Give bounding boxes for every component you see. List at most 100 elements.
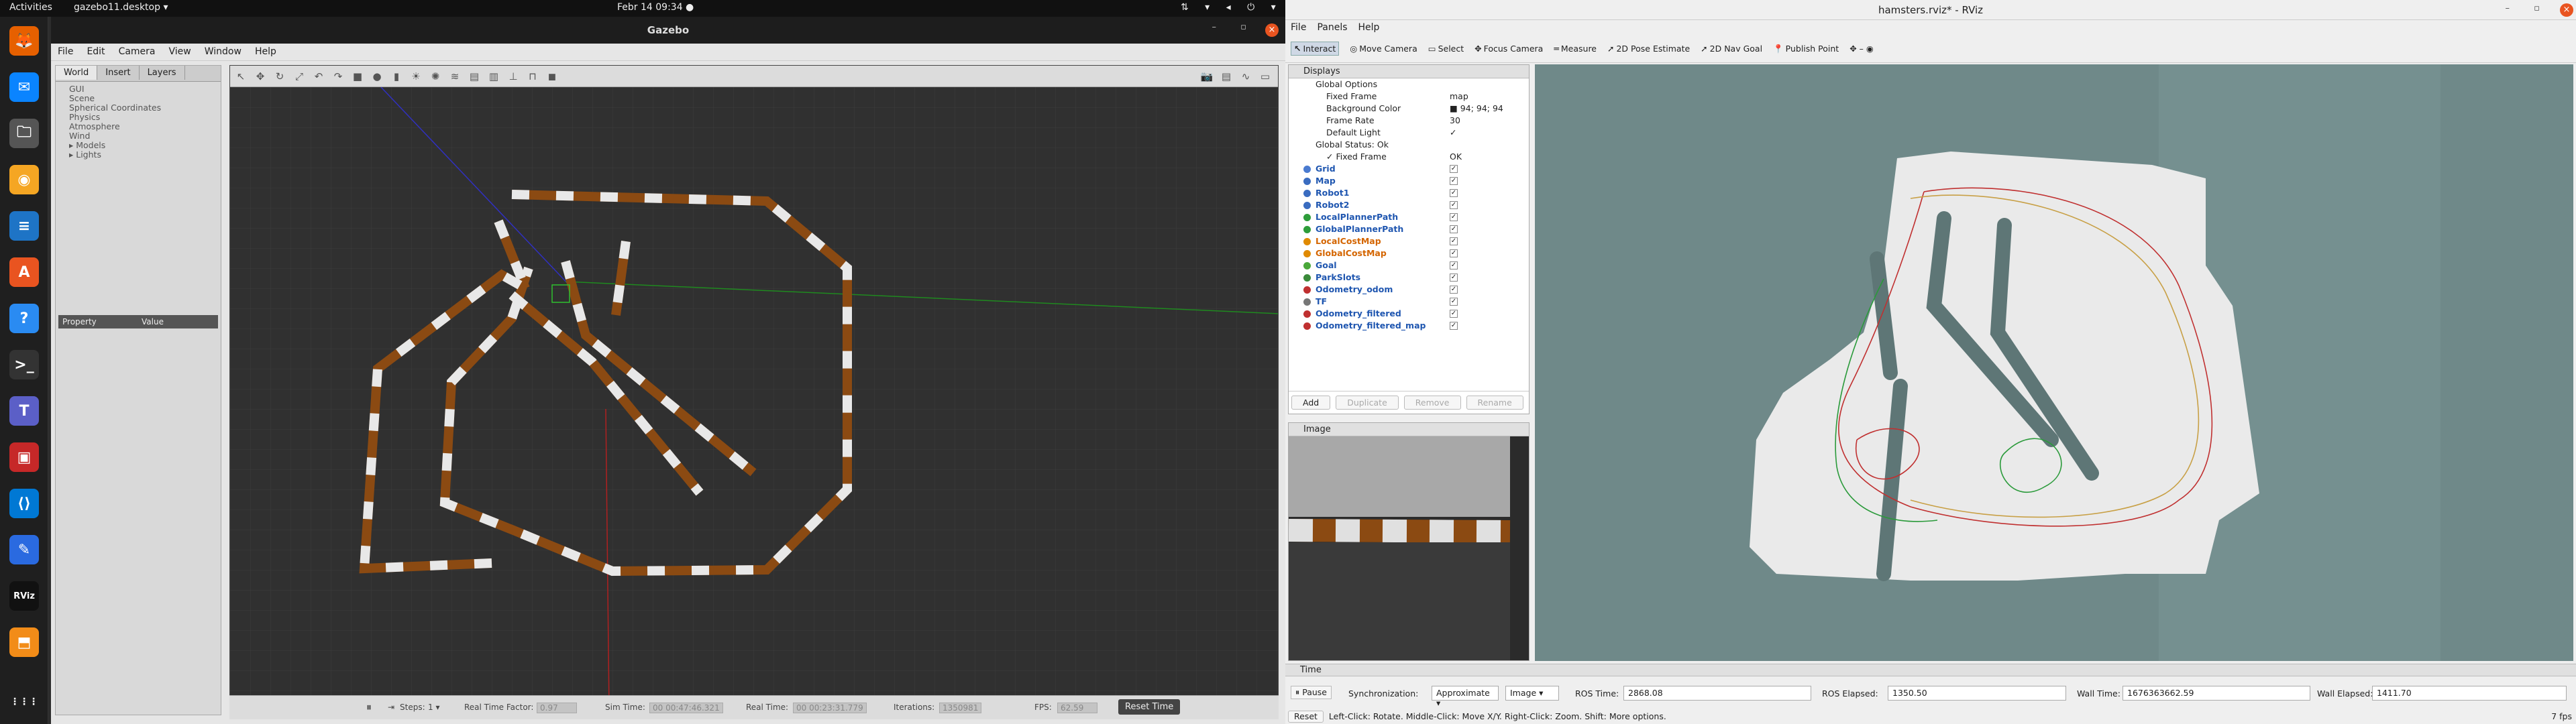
sync-select[interactable]: Approximate ▾ xyxy=(1432,686,1499,708)
menu-help[interactable]: Help xyxy=(1353,20,1385,35)
tree-item[interactable]: ▸ Lights xyxy=(69,150,207,160)
tool-focus-camera[interactable]: ✥ Focus Camera xyxy=(1474,44,1543,54)
tool-select[interactable]: ▭ Select xyxy=(1428,44,1464,54)
dock-help-icon[interactable]: ? xyxy=(9,304,39,333)
toolbar-icon[interactable]: ☀ xyxy=(409,70,423,83)
dock-terminal-icon[interactable]: >_ xyxy=(9,350,39,379)
display-checkbox[interactable]: ✓ xyxy=(1450,274,1458,282)
toolbar-icon[interactable]: ⊓ xyxy=(526,70,539,83)
display-grid[interactable]: Grid ✓ xyxy=(1289,163,1529,175)
toolbar-icon[interactable]: ✺ xyxy=(429,70,442,83)
display-checkbox[interactable]: ✓ xyxy=(1450,201,1458,209)
toolbar-icon[interactable]: ⤢ xyxy=(292,70,306,83)
display-checkbox[interactable]: ✓ xyxy=(1450,298,1458,306)
display-localcostmap[interactable]: LocalCostMap ✓ xyxy=(1289,235,1529,247)
wall-elapsed-field[interactable]: 1411.70 xyxy=(2372,686,2567,701)
display-odometry_odom[interactable]: Odometry_odom ✓ xyxy=(1289,284,1529,296)
ros-time-field[interactable]: 2868.08 xyxy=(1623,686,1811,701)
menu-camera[interactable]: Camera xyxy=(112,44,162,60)
close-button[interactable]: × xyxy=(1265,23,1279,37)
dock-editor-icon[interactable]: ✎ xyxy=(9,535,39,564)
toolbar-icon[interactable]: ⊥ xyxy=(506,70,520,83)
menu-window[interactable]: Window xyxy=(198,44,248,60)
global-option-row[interactable]: Background Color ■ 94; 94; 94 xyxy=(1289,103,1529,115)
tab-layers[interactable]: Layers xyxy=(140,66,185,80)
reset-time-button[interactable]: Reset Time xyxy=(1118,699,1181,715)
global-option-row[interactable]: Global Options xyxy=(1289,78,1529,90)
rviz-close-button[interactable]: × xyxy=(2560,3,2573,17)
rviz-window-buttons[interactable]: – ▫ xyxy=(2506,3,2551,13)
pause-button[interactable]: ⏸ xyxy=(366,701,372,714)
toolbar-icon[interactable]: ▤ xyxy=(1220,70,1233,83)
tab-world[interactable]: World xyxy=(56,66,98,80)
display-robot2[interactable]: Robot2 ✓ xyxy=(1289,199,1529,211)
toolbar-icon[interactable]: ↶ xyxy=(312,70,325,83)
toolbar-icon[interactable]: ✥ xyxy=(254,70,267,83)
display-checkbox[interactable]: ✓ xyxy=(1450,249,1458,257)
toolbar-icon[interactable]: ● xyxy=(370,70,384,83)
menu-file[interactable]: File xyxy=(1285,20,1311,35)
tool-2d-nav-goal[interactable]: ➚ 2D Nav Goal xyxy=(1701,44,1762,54)
app-menu[interactable]: gazebo11.desktop ▾ xyxy=(74,2,168,13)
tree-item[interactable]: Physics xyxy=(69,113,207,122)
global-option-row[interactable]: Global Status: Ok xyxy=(1289,139,1529,151)
steps-value[interactable]: 1 ▾ xyxy=(428,703,439,712)
toolbar-icon[interactable]: ▥ xyxy=(487,70,500,83)
tree-item[interactable]: ▸ Models xyxy=(69,141,207,150)
sync-source-select[interactable]: Image ▾ xyxy=(1505,686,1559,701)
menu-view[interactable]: View xyxy=(162,44,198,60)
display-tf[interactable]: TF ✓ xyxy=(1289,296,1529,308)
duplicate-button[interactable]: Duplicate xyxy=(1336,396,1399,410)
tool-measure[interactable]: ═ Measure xyxy=(1554,44,1597,54)
dock-firefox-icon[interactable]: 🦊 xyxy=(9,26,39,56)
menu-help[interactable]: Help xyxy=(248,44,283,60)
toolbar-icon[interactable]: ↻ xyxy=(273,70,286,83)
system-tray[interactable]: ⇅ ▾ ◂ ⏻ ▾ xyxy=(1181,2,1283,13)
dock-rhythmbox-icon[interactable]: ◉ xyxy=(9,165,39,194)
dock-rviz-icon[interactable]: RViz xyxy=(9,581,39,611)
dock-writer-icon[interactable]: ≡ xyxy=(9,211,39,241)
clock[interactable]: Febr 14 09:34 ● xyxy=(617,2,694,13)
display-checkbox[interactable]: ✓ xyxy=(1450,165,1458,173)
gazebo-3d-viewport[interactable]: ↖ ✥ ↻ ⤢ ↶ ↷ ■ ● ▮ ☀ ✺ ≋ ▤ ▥ ⊥ ⊓ ◼ 📷 ▤ ∿ ▭ xyxy=(229,65,1279,709)
display-checkbox[interactable]: ✓ xyxy=(1450,261,1458,269)
window-buttons[interactable]: – ▫ xyxy=(1212,22,1257,32)
display-checkbox[interactable]: ✓ xyxy=(1450,225,1458,233)
wall-time-field[interactable]: 1676363662.59 xyxy=(2123,686,2310,701)
toolbar-icon[interactable]: ↷ xyxy=(331,70,345,83)
toolbar-icon[interactable]: ▭ xyxy=(1258,70,1272,83)
pause-button[interactable]: ⏸ Pause xyxy=(1291,686,1332,699)
view-tools[interactable]: ✥ – ◉ xyxy=(1849,44,1874,54)
rviz-3d-view[interactable] xyxy=(1535,64,2573,661)
rviz-map[interactable] xyxy=(1535,64,2573,661)
global-option-row[interactable]: ✓ Fixed Frame OK xyxy=(1289,151,1529,163)
dock-vscode-icon[interactable]: ⟨⟩ xyxy=(9,489,39,518)
toolbar-icon[interactable]: 📷 xyxy=(1200,70,1214,83)
menu-edit[interactable]: Edit xyxy=(80,44,111,60)
rename-button[interactable]: Rename xyxy=(1466,396,1523,410)
toolbar-icon[interactable]: ∿ xyxy=(1239,70,1252,83)
add-button[interactable]: Add xyxy=(1291,396,1331,410)
dock-teams-icon[interactable]: T xyxy=(9,396,39,426)
toolbar-icon[interactable]: ◼ xyxy=(545,70,559,83)
dock-software-icon[interactable]: A xyxy=(9,257,39,287)
display-localplannerpath[interactable]: LocalPlannerPath ✓ xyxy=(1289,211,1529,223)
display-parkslots[interactable]: ParkSlots ✓ xyxy=(1289,272,1529,284)
tree-item[interactable]: Atmosphere xyxy=(69,122,207,131)
global-option-row[interactable]: Default Light ✓ xyxy=(1289,127,1529,139)
display-map[interactable]: Map ✓ xyxy=(1289,175,1529,187)
display-odometry_filtered_map[interactable]: Odometry_filtered_map ✓ xyxy=(1289,320,1529,332)
reset-button[interactable]: Reset xyxy=(1288,711,1324,723)
step-button[interactable]: ⇥ xyxy=(388,703,394,712)
tool-publish-point[interactable]: 📍 Publish Point xyxy=(1773,44,1839,54)
display-checkbox[interactable]: ✓ xyxy=(1450,286,1458,294)
tree-item[interactable]: GUI xyxy=(69,84,207,94)
display-globalplannerpath[interactable]: GlobalPlannerPath ✓ xyxy=(1289,223,1529,235)
display-checkbox[interactable]: ✓ xyxy=(1450,213,1458,221)
activities-button[interactable]: Activities xyxy=(9,2,52,13)
dock-thunderbird-icon[interactable]: ✉ xyxy=(9,72,39,102)
display-goal[interactable]: Goal ✓ xyxy=(1289,259,1529,272)
toolbar-icon[interactable]: ▤ xyxy=(468,70,481,83)
toolbar-icon[interactable]: ≋ xyxy=(448,70,462,83)
dock-gazebo-icon[interactable]: ⬒ xyxy=(9,627,39,657)
